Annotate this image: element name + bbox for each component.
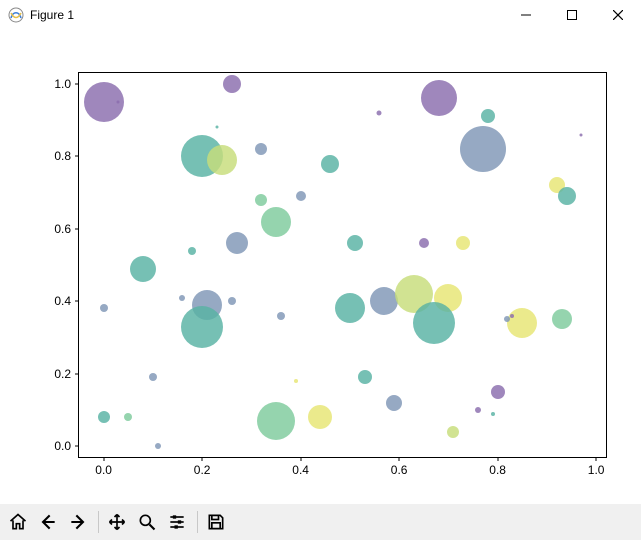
window-maximize-button[interactable] [549,0,595,30]
data-point [456,236,470,250]
data-point [255,143,267,155]
toolbar-separator [98,511,99,533]
data-point [207,145,237,175]
figure-window: Figure 1 0.0 0.2 0.4 0.6 0.8 1.0 0.0 0.2 0.4 0.6 0… [0,0,641,540]
home-button[interactable] [4,508,32,536]
app-icon [8,7,24,23]
y-tick-label: 0.0 [54,439,71,453]
data-point [491,385,505,399]
x-tick [497,457,498,461]
data-point [308,405,332,429]
data-point [179,295,185,301]
y-tick-label: 0.4 [54,294,71,308]
data-point [481,109,495,123]
data-point [98,411,110,423]
x-tick-label: 1.0 [588,463,605,477]
x-tick-label: 0.2 [194,463,211,477]
data-point [130,256,156,282]
data-point [507,308,537,338]
y-tick-label: 0.8 [54,149,71,163]
data-point [580,133,583,136]
data-point [149,373,157,381]
data-point [155,443,161,449]
data-point [100,304,108,312]
x-tick [596,457,597,461]
data-point [335,293,365,323]
data-point [460,126,506,172]
data-point [347,235,363,251]
forward-button[interactable] [64,508,92,536]
data-point [475,407,481,413]
data-point [277,312,285,320]
save-button[interactable] [202,508,230,536]
y-tick [75,446,79,447]
data-point [504,316,510,322]
y-tick [75,156,79,157]
y-tick-label: 0.6 [54,222,71,236]
data-point [491,412,495,416]
data-point [552,309,572,329]
window-close-button[interactable] [595,0,641,30]
data-point [223,75,241,93]
window-title: Figure 1 [30,8,74,22]
toolbar-separator [197,511,198,533]
x-tick [300,457,301,461]
zoom-button[interactable] [133,508,161,536]
x-tick [202,457,203,461]
data-point [377,110,382,115]
y-tick-label: 1.0 [54,77,71,91]
y-tick-label: 0.2 [54,367,71,381]
navigation-toolbar [0,504,641,540]
x-tick-label: 0.6 [391,463,408,477]
data-point [226,232,248,254]
chart-axes: 0.00.20.40.60.81.00.00.20.40.60.81.0 [78,72,607,458]
pan-button[interactable] [103,508,131,536]
data-point [419,238,429,248]
data-point [358,370,372,384]
data-point [124,413,132,421]
x-tick [399,457,400,461]
data-point [255,194,267,206]
data-point [558,187,576,205]
data-point [421,80,457,116]
data-point [321,155,339,173]
back-button[interactable] [34,508,62,536]
configure-subplots-button[interactable] [163,508,191,536]
x-tick-label: 0.4 [292,463,309,477]
data-point [386,395,402,411]
figure-canvas: 0.0 0.2 0.4 0.6 0.8 1.0 0.0 0.2 0.4 0.6 0.8 1.0 [0,30,641,504]
data-point [447,426,459,438]
data-point [215,126,218,129]
x-tick-label: 0.8 [489,463,506,477]
x-tick-label: 0.0 [95,463,112,477]
data-point [296,191,306,201]
data-point [261,207,291,237]
data-point [257,402,295,440]
data-point [117,100,120,103]
x-tick [103,457,104,461]
data-point [294,379,298,383]
y-tick [75,83,79,84]
y-tick [75,301,79,302]
data-point [188,247,196,255]
data-point [510,314,514,318]
data-point [181,306,223,348]
y-tick [75,228,79,229]
window-minimize-button[interactable] [503,0,549,30]
data-point [413,302,455,344]
data-point [228,297,236,305]
y-tick [75,373,79,374]
titlebar: Figure 1 [0,0,641,30]
